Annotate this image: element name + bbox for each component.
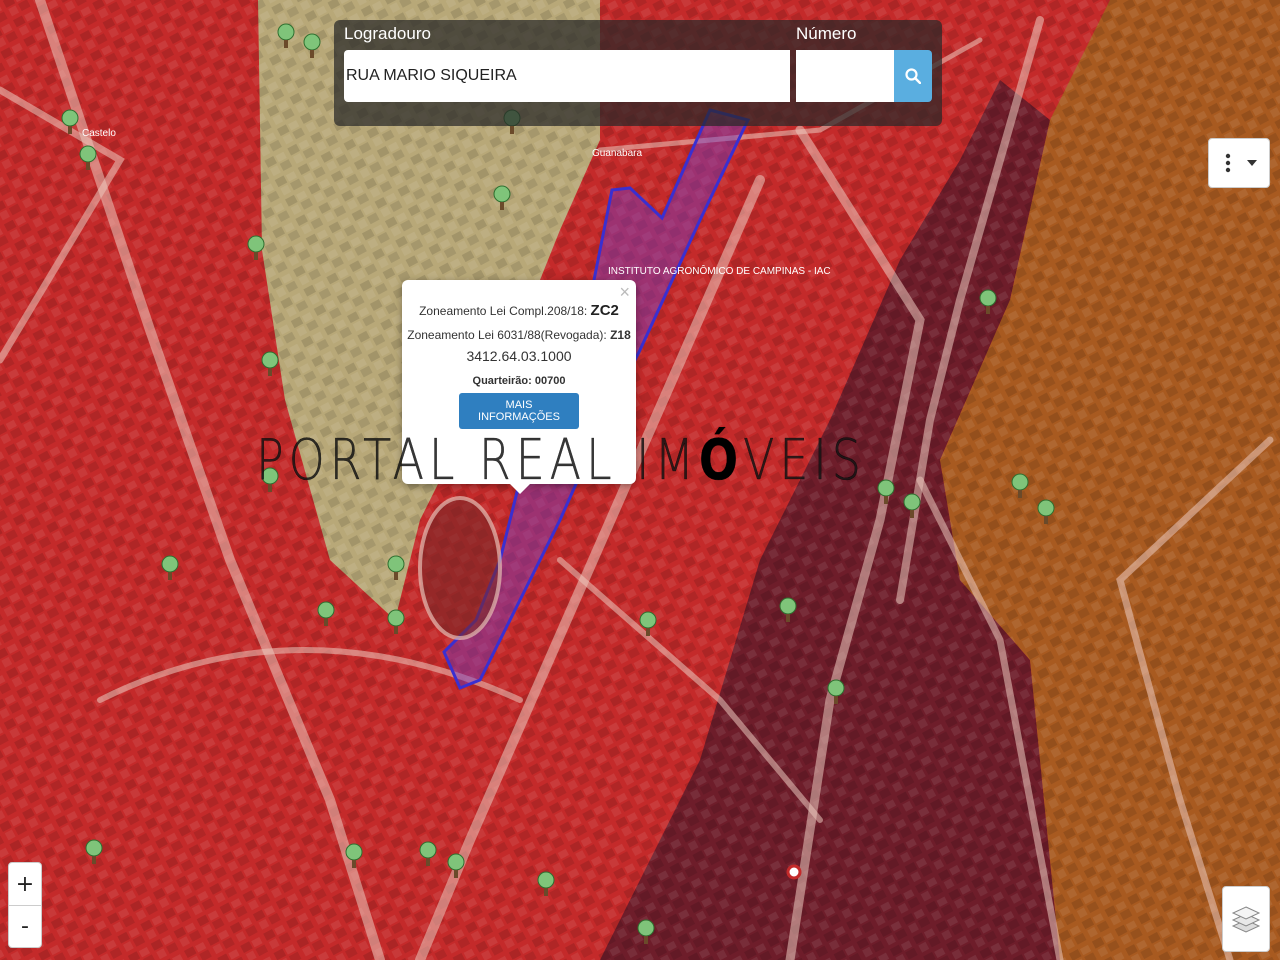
watermark-part1: PORTAL REAL IM — [256, 428, 700, 493]
search-icon — [905, 68, 921, 84]
racetrack — [418, 496, 502, 640]
zoom-out-button[interactable]: - — [9, 905, 41, 947]
close-icon[interactable]: × — [619, 282, 630, 303]
zoom-control: + - — [8, 862, 42, 948]
block-label: Quarteirão: — [472, 375, 532, 387]
zoning-new-value: ZC2 — [590, 302, 619, 319]
place-label-institute: INSTITUTO AGRONÔMICO DE CAMPINAS - IAC — [608, 266, 831, 277]
zoning-new-line: Zoneamento Lei Compl.208/18: ZC2 — [402, 302, 636, 319]
place-label-castelo: Castelo — [82, 128, 116, 139]
zoom-in-button[interactable]: + — [9, 863, 41, 906]
search-button[interactable] — [894, 50, 932, 102]
street-label: Logradouro — [344, 24, 431, 43]
zoning-new-label: Zoneamento Lei Compl.208/18: — [419, 304, 588, 318]
poi-marker — [786, 864, 802, 880]
watermark-accent: Ó — [699, 428, 744, 493]
block-line: Quarteirão: 00700 — [402, 375, 636, 387]
kebab-menu-icon — [1225, 153, 1231, 173]
street-input[interactable] — [344, 50, 790, 102]
address-search-panel: Logradouro Número — [334, 20, 942, 126]
zoning-old-value: Z18 — [610, 328, 631, 342]
block-value: 00700 — [534, 375, 566, 387]
number-label: Número — [796, 24, 857, 43]
place-label-guanabara: Guanabara — [592, 148, 643, 159]
number-input[interactable] — [796, 50, 894, 102]
watermark-part2: VEIS — [743, 428, 866, 493]
more-info-button[interactable]: MAIS INFORMAÇÕES — [459, 393, 579, 429]
watermark: PORTAL REAL IMÓVEIS — [256, 428, 866, 493]
layers-icon — [1231, 906, 1261, 933]
zoning-old-label: Zoneamento Lei 6031/88(Revogada): — [407, 328, 607, 342]
options-menu-button[interactable] — [1208, 138, 1270, 188]
caret-down-icon — [1247, 160, 1257, 166]
zoning-old-line: Zoneamento Lei 6031/88(Revogada): Z18 — [402, 328, 636, 342]
layers-button[interactable] — [1222, 886, 1270, 952]
parcel-code: 3412.64.03.1000 — [466, 348, 572, 364]
